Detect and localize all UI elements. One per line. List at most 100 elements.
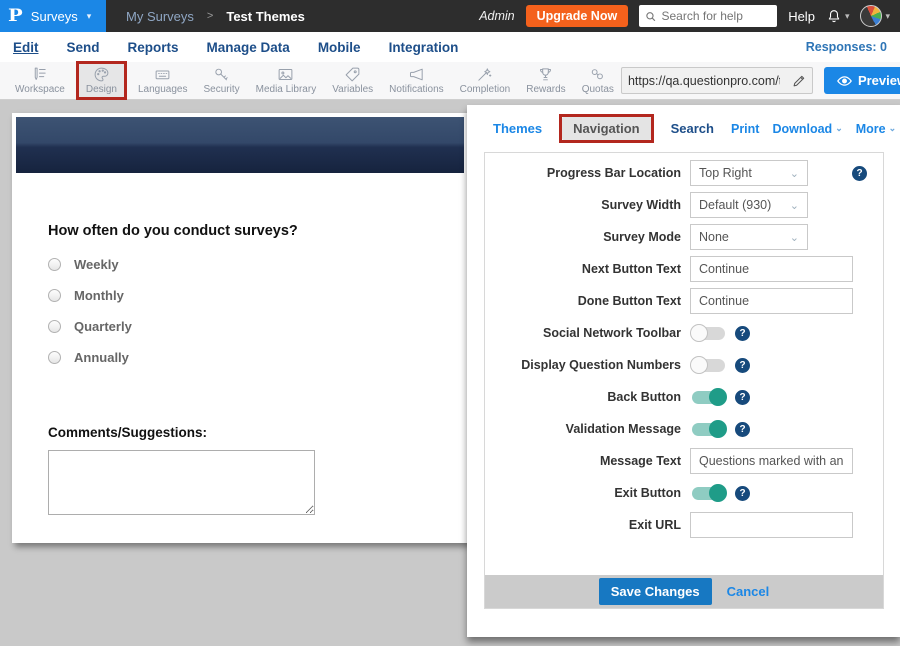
top-navbar: P Surveys ▾ My Surveys > Test Themes Adm… xyxy=(0,0,900,32)
tool-item-rewards[interactable]: Rewards xyxy=(519,64,572,97)
tab-navigation[interactable]: Navigation xyxy=(562,117,650,140)
tool-item-completion[interactable]: Completion xyxy=(453,64,518,97)
option-row-annually[interactable]: Annually xyxy=(48,350,448,364)
cancel-button[interactable]: Cancel xyxy=(727,584,770,599)
input-next-button-text[interactable] xyxy=(690,256,853,282)
menu-item-edit[interactable]: Edit xyxy=(13,40,39,55)
breadcrumb-my-surveys[interactable]: My Surveys xyxy=(126,9,194,24)
download-label: Download xyxy=(772,122,832,136)
tool-item-quotas[interactable]: Quotas xyxy=(575,64,621,97)
tool-item-label: Completion xyxy=(460,84,511,95)
help-icon[interactable]: ? xyxy=(735,422,750,437)
form-row-done-button-text: Done Button Text xyxy=(485,288,883,314)
radio-button[interactable] xyxy=(48,320,61,333)
field-label: Social Network Toolbar xyxy=(485,326,681,340)
input-exit-url[interactable] xyxy=(690,512,853,538)
select-value: None xyxy=(699,230,729,244)
field-label: Survey Width xyxy=(485,198,681,212)
help-icon[interactable]: ? xyxy=(852,166,867,181)
menu-item-integration[interactable]: Integration xyxy=(389,40,459,55)
help-icon[interactable]: ? xyxy=(735,390,750,405)
user-avatar-menu[interactable]: ▾ xyxy=(860,5,890,27)
form-row-next-button-text: Next Button Text xyxy=(485,256,883,282)
tool-item-security[interactable]: Security xyxy=(196,64,246,97)
tool-item-label: Design xyxy=(86,84,117,95)
tab-search[interactable]: Search xyxy=(671,121,714,136)
breadcrumb-separator: > xyxy=(207,10,213,22)
annotation-box-design: Design xyxy=(76,61,127,100)
form-row-progress-bar-location: Progress Bar LocationTop Right⌄? xyxy=(485,160,883,186)
toggle-knob xyxy=(709,484,727,502)
chevron-down-icon: ⌄ xyxy=(790,231,799,244)
preview-button[interactable]: Preview xyxy=(824,67,900,94)
edit-url-button[interactable] xyxy=(786,74,812,88)
notifications-bell-button[interactable]: ▾ xyxy=(826,8,850,24)
annotation-box-navigation: Navigation xyxy=(559,114,653,143)
option-row-weekly[interactable]: Weekly xyxy=(48,257,448,271)
upgrade-now-button[interactable]: Upgrade Now xyxy=(526,5,629,27)
radio-button[interactable] xyxy=(48,258,61,271)
panel-footer: Save Changes Cancel xyxy=(485,575,883,608)
chevron-down-icon: ⌄ xyxy=(889,123,897,134)
form-row-survey-width: Survey Width Default (930)⌄ xyxy=(485,192,883,218)
menu-item-mobile[interactable]: Mobile xyxy=(318,40,361,55)
survey-toolbar: Workspace Design LanguagesSecurity Media Li… xyxy=(0,62,900,100)
radio-button[interactable] xyxy=(48,351,61,364)
form-row-back-button: Back Button? xyxy=(485,384,883,410)
breadcrumb: My Surveys > Test Themes xyxy=(126,9,305,24)
menu-item-send[interactable]: Send xyxy=(67,40,100,55)
select-survey-mode[interactable]: None ⌄ xyxy=(690,224,808,250)
toggle-back-button[interactable] xyxy=(692,391,725,404)
variables-tag-icon xyxy=(344,66,361,83)
tool-item-media-library[interactable]: Media Library xyxy=(249,64,324,97)
field-label: Exit URL xyxy=(485,518,681,532)
tab-themes[interactable]: Themes xyxy=(493,121,542,136)
breadcrumb-current-survey: Test Themes xyxy=(226,9,305,24)
chevron-down-icon: ⌄ xyxy=(835,123,843,134)
help-icon[interactable]: ? xyxy=(735,326,750,341)
menu-item-manage-data[interactable]: Manage Data xyxy=(207,40,290,55)
panel-tabs: Themes Navigation Search Print Download⌄… xyxy=(467,105,900,149)
survey-url-input[interactable] xyxy=(622,74,786,88)
option-row-quarterly[interactable]: Quarterly xyxy=(48,319,448,333)
tool-item-notifications[interactable]: Notifications xyxy=(382,64,450,97)
form-row-exit-url: Exit URL xyxy=(485,512,883,538)
surveys-app-menu[interactable]: P Surveys ▾ xyxy=(0,0,106,32)
navigation-settings-form: Progress Bar LocationTop Right⌄? Survey W… xyxy=(484,152,884,609)
option-row-monthly[interactable]: Monthly xyxy=(48,288,448,302)
select-value: Top Right xyxy=(699,166,752,180)
download-link[interactable]: Download⌄ xyxy=(772,122,842,136)
questionpro-logo: P xyxy=(8,6,23,26)
help-icon[interactable]: ? xyxy=(735,358,750,373)
tool-item-variables[interactable]: Variables xyxy=(325,64,380,97)
radio-button[interactable] xyxy=(48,289,61,302)
tool-item-languages[interactable]: Languages xyxy=(131,64,195,97)
tool-item-design[interactable]: Design xyxy=(79,64,124,97)
tool-item-workspace[interactable]: Workspace xyxy=(8,64,72,97)
option-label: Quarterly xyxy=(74,319,132,334)
tool-item-label: Media Library xyxy=(256,84,317,95)
select-survey-width[interactable]: Default (930)⌄ xyxy=(690,192,808,218)
help-icon[interactable]: ? xyxy=(735,486,750,501)
select-progress-bar-location[interactable]: Top Right⌄ xyxy=(690,160,808,186)
toggle-exit-button[interactable] xyxy=(692,487,725,500)
help-search-box xyxy=(639,5,777,27)
print-link[interactable]: Print xyxy=(731,122,759,136)
more-label: More xyxy=(856,122,886,136)
help-search-input[interactable] xyxy=(662,9,772,23)
help-link[interactable]: Help xyxy=(788,9,815,24)
field-label: Message Text xyxy=(485,454,681,468)
preview-button-label: Preview xyxy=(858,73,900,88)
input-message-text[interactable] xyxy=(690,448,853,474)
toggle-social-network-toolbar[interactable] xyxy=(692,327,725,340)
toggle-validation-message[interactable] xyxy=(692,423,725,436)
toggle-display-question-numbers[interactable] xyxy=(692,359,725,372)
save-changes-button[interactable]: Save Changes xyxy=(599,578,712,605)
menu-item-reports[interactable]: Reports xyxy=(128,40,179,55)
input-done-button-text[interactable] xyxy=(690,288,853,314)
surveys-menu-label: Surveys xyxy=(31,9,78,24)
avatar xyxy=(860,5,882,27)
survey-preview-card: How often do you conduct surveys? Weekly… xyxy=(12,113,468,543)
more-link[interactable]: More⌄ xyxy=(856,122,896,136)
comments-textarea[interactable] xyxy=(48,450,315,515)
